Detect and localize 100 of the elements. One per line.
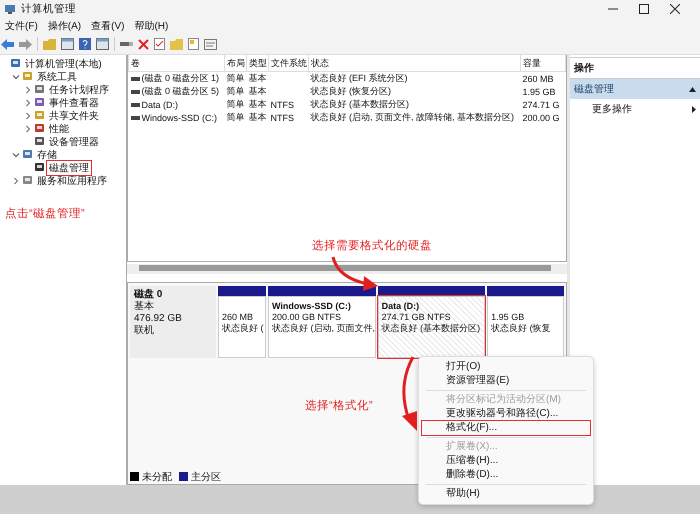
tree-item[interactable]: 任务计划程序 [47, 82, 111, 96]
table-cell: NTFS [270, 100, 294, 110]
tree-node-icon [34, 123, 45, 134]
tree-node-icon [34, 84, 45, 95]
partition-status: 状态良好 (基本数据分区) [382, 323, 482, 334]
column-header[interactable]: 状态 [308, 55, 520, 72]
table-cell: 简单 [226, 86, 244, 96]
chevron-down-icon[interactable] [12, 150, 20, 158]
table-cell: 200.00 G [522, 112, 560, 122]
submenu-arrow-icon [692, 106, 696, 112]
partition-size: 1.95 GB [491, 312, 526, 323]
tree-item[interactable]: 存储 [35, 148, 59, 162]
table-cell: 简单 [226, 99, 244, 109]
tree-node-icon [10, 58, 21, 69]
chevron-down-icon[interactable] [12, 72, 20, 80]
partition-block[interactable]: Data (D:) 274.71 GB NTFS 状态良好 (基本数据分区) [378, 286, 486, 358]
tree-item[interactable]: 服务和应用程序 [35, 174, 109, 188]
column-header[interactable]: 文件系统 [268, 55, 308, 72]
actions-section-header[interactable]: 磁盘管理 [570, 79, 700, 99]
table-cell: (磁盘 0 磁盘分区 5) [142, 85, 220, 98]
partition-title: Windows-SSD (C:) [272, 301, 352, 312]
context-menu-item[interactable]: 删除卷(D)... [422, 468, 590, 482]
action-item[interactable]: 更多操作 [570, 99, 700, 119]
table-cell: (磁盘 0 磁盘分区 1) [142, 72, 220, 85]
delete-icon[interactable] [138, 38, 149, 50]
tree-item[interactable]: 事件查看器 [47, 96, 101, 110]
connector-icon[interactable] [120, 39, 133, 49]
tree-node-icon [34, 136, 45, 147]
console-icon[interactable] [96, 38, 109, 50]
partition-header-bar [218, 286, 266, 296]
partition-title: Data (D:) [382, 301, 420, 312]
partition-block[interactable]: Windows-SSD (C:) 200.00 GB NTFS 状态良好 (启动, 页面文件, [268, 286, 376, 358]
checklist-icon[interactable] [154, 38, 165, 50]
legend-label: 未分配 [142, 470, 172, 484]
context-menu-item[interactable]: 压缩卷(H)... [422, 454, 590, 468]
context-menu-item[interactable]: 格式化(F)... [422, 421, 590, 435]
table-cell: 简单 [226, 112, 244, 122]
column-header[interactable]: 容量 [520, 55, 566, 72]
table-cell: 状态良好 (EFI 系统分区) [310, 73, 408, 83]
menu-item[interactable]: 帮助(H) [129, 19, 174, 33]
tree-node-icon [22, 149, 33, 160]
legend-label: 主分区 [191, 470, 221, 484]
table-cell: 基本 [248, 73, 266, 83]
tree-node-icon [22, 71, 33, 82]
table-cell: 简单 [226, 73, 244, 83]
partition-status: 状态良好 ( [222, 323, 262, 334]
tree-item[interactable]: 共享文件夹 [47, 108, 101, 122]
table-cell: 基本 [248, 86, 266, 96]
context-menu-item[interactable]: 帮助(H) [422, 487, 590, 501]
table-cell: 状态良好 (基本数据分区) [310, 99, 409, 109]
context-menu-item[interactable]: 更改驱动器号和路径(C)... [422, 407, 590, 421]
table-cell: 状态良好 (恢复分区) [310, 86, 391, 96]
chevron-right-icon[interactable] [24, 112, 32, 120]
tree-node-icon [34, 110, 45, 121]
tree-node-icon [34, 97, 45, 108]
annotation-text: 选择“格式化” [305, 398, 373, 413]
back-arrow-icon[interactable] [1, 38, 14, 50]
tree-item[interactable]: 性能 [47, 122, 71, 136]
partition-size: 274.71 GB NTFS [382, 312, 452, 323]
tree-item[interactable]: 系统工具 [35, 70, 79, 84]
tree-node-icon [34, 162, 45, 173]
table-cell: 基本 [248, 112, 266, 122]
maximize-icon[interactable] [639, 4, 649, 14]
table-cell: 状态良好 (启动, 页面文件, 故障转储, 基本数据分区) [310, 112, 514, 122]
close-icon[interactable] [670, 4, 680, 14]
partition-block[interactable]: 260 MB 状态良好 ( [218, 286, 266, 358]
chevron-right-icon[interactable] [24, 124, 32, 132]
table-cell: 基本 [248, 99, 266, 109]
menu-item[interactable]: 操作(A) [42, 19, 86, 33]
chevron-right-icon[interactable] [24, 98, 32, 106]
collapse-icon[interactable] [689, 86, 696, 92]
window-title: 计算机管理 [21, 2, 76, 16]
tree-item[interactable]: 设备管理器 [47, 134, 101, 148]
tree-node-icon [22, 175, 33, 186]
table-cell: 260 MB [522, 74, 554, 84]
document-icon[interactable] [188, 38, 199, 50]
chevron-right-icon[interactable] [24, 86, 32, 94]
column-header[interactable]: 卷 [128, 55, 224, 72]
menu-item[interactable]: 查看(V) [86, 19, 130, 33]
tree-item[interactable]: 计算机管理(本地) [23, 56, 104, 70]
column-header[interactable]: 布局 [224, 55, 246, 72]
table-cell: 274.71 G [522, 100, 560, 110]
tree-item[interactable]: 磁盘管理 [47, 160, 91, 174]
app-icon [4, 3, 16, 15]
annotation-text: 选择需要格式化的硬盘 [312, 238, 432, 253]
chevron-right-icon[interactable] [12, 176, 20, 184]
partition-size: 260 MB [222, 312, 254, 323]
forward-arrow-icon[interactable] [19, 38, 32, 50]
horizontal-scrollbar[interactable] [127, 264, 567, 274]
column-header[interactable]: 类型 [246, 55, 268, 72]
context-menu-item[interactable]: 打开(O) [422, 360, 590, 374]
table-cell: Data (D:) [142, 100, 178, 110]
table-cell: Windows-SSD (C:) [142, 112, 218, 122]
partition-block[interactable]: 1.95 GB 状态良好 (恢复 [487, 286, 564, 358]
context-menu-item[interactable]: 资源管理器(E) [422, 374, 590, 388]
properties-icon[interactable] [204, 38, 217, 50]
disk-status: 联机 [134, 325, 155, 337]
help-icon[interactable] [79, 38, 91, 50]
menu-item[interactable]: 文件(F) [0, 19, 43, 33]
console-icon[interactable] [61, 38, 74, 50]
